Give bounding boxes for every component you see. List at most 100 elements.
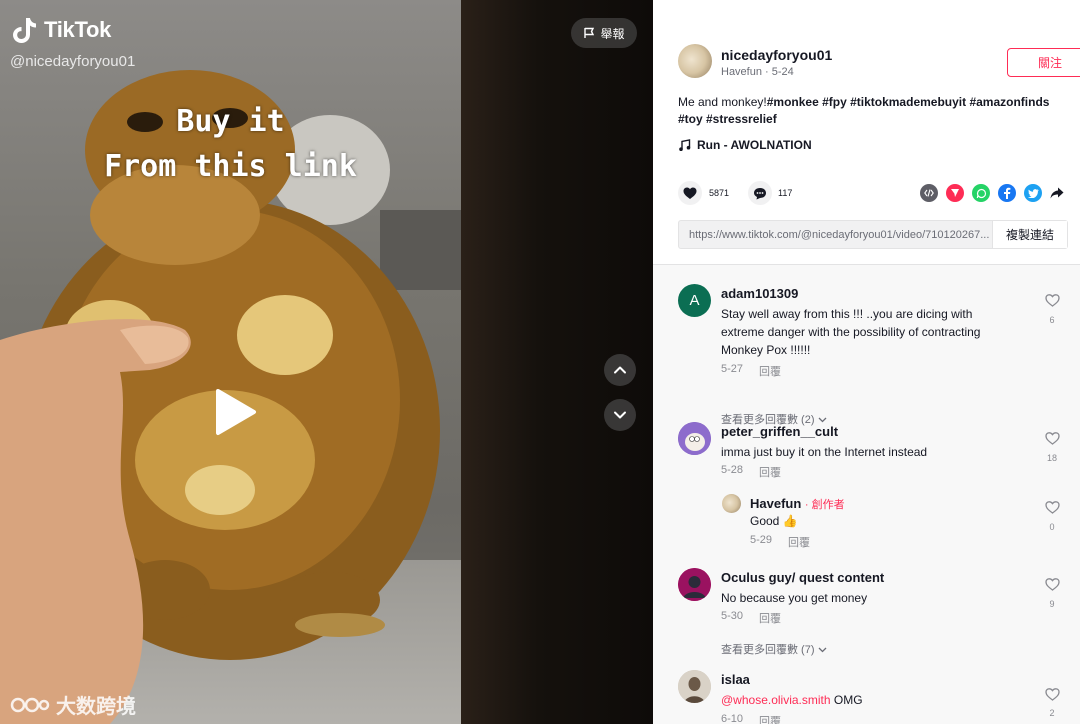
tiktok-wordmark: TikTok	[44, 17, 112, 42]
comment-meta: 6-10 回覆	[721, 713, 781, 724]
comment-count: 117	[778, 188, 793, 198]
tiktok-logo: TikTok	[12, 16, 111, 44]
comment-username[interactable]: islaa	[721, 672, 750, 687]
video-frame[interactable]: TikTok @nicedayforyou01 Buy it From this…	[0, 0, 461, 724]
comment-meta: 5-28 回覆	[721, 464, 781, 480]
copy-link-button[interactable]: 複製連結	[992, 221, 1067, 248]
comment-like-button[interactable]	[1042, 294, 1062, 312]
comment-date: 5-30	[721, 610, 744, 622]
reply-meta: 5-29 回覆	[750, 534, 810, 550]
watermark-icon	[10, 697, 50, 712]
comment-like-count: 2	[1049, 708, 1055, 718]
comment-text: No because you get money	[721, 591, 868, 605]
comment-avatar[interactable]	[678, 568, 711, 601]
comment-text: Stay well away from this !!! ..you are d…	[721, 307, 981, 357]
comment-like-button[interactable]	[1042, 432, 1062, 450]
send-icon[interactable]	[946, 184, 964, 202]
video-handle: @nicedayforyou01	[10, 53, 136, 70]
stats-row: 5871 117	[678, 181, 1068, 207]
video-caption: Me and monkey!#monkee #fpy #tiktokmademe…	[678, 94, 1073, 128]
comment-reply-button[interactable]: 回覆	[759, 464, 781, 480]
heart-outline-icon	[1044, 578, 1060, 591]
flag-icon	[584, 27, 595, 38]
reply-avatar[interactable]	[722, 494, 741, 513]
twitter-icon[interactable]	[1024, 184, 1042, 202]
whatsapp-icon[interactable]	[972, 184, 990, 202]
comment-button[interactable]	[748, 181, 772, 205]
comment-username[interactable]: peter_griffen__cult	[721, 424, 838, 439]
comment-reply-button[interactable]: 回覆	[759, 363, 781, 379]
view-more-replies[interactable]: 查看更多回覆數 (7)	[721, 641, 827, 657]
video-info-panel: nicedayforyou01 Havefun · 5-24 關注 Me and…	[653, 0, 1080, 724]
comment-meta: 5-27 回覆	[721, 363, 781, 379]
reply-date: 5-29	[750, 534, 773, 546]
reply-reply-button[interactable]: 回覆	[788, 534, 810, 550]
comment-text: @whose.olivia.smith OMG	[721, 691, 1011, 709]
comment-date: 5-27	[721, 363, 744, 375]
avatar-image	[678, 670, 711, 703]
avatar-image	[678, 422, 711, 455]
comment-meta: 5-30 回覆	[721, 610, 781, 626]
comment-like-button[interactable]	[1042, 688, 1062, 706]
like-count: 5871	[709, 188, 730, 198]
avatar-letter: A	[689, 292, 700, 309]
heart-icon	[683, 187, 697, 199]
chevron-down-icon	[818, 417, 827, 423]
comment-bubble-icon	[754, 187, 766, 199]
heart-outline-icon	[1044, 294, 1060, 307]
video-url-box: https://www.tiktok.com/@nicedayforyou01/…	[678, 220, 1068, 249]
next-video-button[interactable]	[604, 399, 636, 431]
facebook-icon[interactable]	[998, 184, 1016, 202]
comment-username[interactable]: adam101309	[721, 286, 798, 301]
reply-like-count: 0	[1049, 522, 1055, 532]
chevron-down-icon	[818, 647, 827, 653]
author-username[interactable]: nicedayforyou01	[721, 47, 832, 63]
report-button[interactable]: 舉報	[571, 18, 637, 48]
music-link[interactable]: Run - AWOLNATION	[678, 138, 812, 152]
previous-video-button[interactable]	[604, 354, 636, 386]
video-player[interactable]: TikTok @nicedayforyou01 Buy it From this…	[0, 0, 653, 724]
video-overlay-line2: From this link	[104, 149, 357, 184]
comment-like-count: 9	[1049, 599, 1055, 609]
comment-date: 5-28	[721, 464, 744, 476]
music-note-icon	[679, 138, 691, 151]
caption-text: Me and monkey!	[678, 95, 767, 109]
author-avatar[interactable]	[678, 44, 712, 78]
creator-tag: 創作者	[811, 499, 845, 511]
embed-icon[interactable]	[920, 184, 938, 202]
comment-username[interactable]: Oculus guy/ quest content	[721, 570, 884, 585]
reply-username-text: Havefun	[750, 496, 802, 511]
chevron-up-icon	[614, 366, 626, 374]
watermark-logo: 大数跨境	[10, 690, 136, 719]
comment-avatar[interactable]	[678, 422, 711, 455]
tiktok-note-icon	[13, 18, 36, 43]
view-more-replies-label: 查看更多回覆數 (7)	[721, 644, 815, 656]
author-row: nicedayforyou01 Havefun · 5-24 關注	[678, 44, 1080, 84]
follow-button[interactable]: 關注	[1007, 48, 1080, 77]
author-nickname-date: Havefun · 5-24	[721, 66, 794, 78]
comment-like-count: 18	[1046, 453, 1057, 463]
comment-avatar[interactable]: A	[678, 284, 711, 317]
comment-reply-button[interactable]: 回覆	[759, 610, 781, 626]
heart-outline-icon	[1044, 501, 1060, 514]
comment-date: 6-10	[721, 713, 744, 724]
reply-like-button[interactable]	[1042, 501, 1062, 519]
video-url[interactable]: https://www.tiktok.com/@nicedayforyou01/…	[689, 229, 989, 241]
reply-text: Good 👍	[750, 514, 798, 528]
comment-mention[interactable]: @whose.olivia.smith	[721, 693, 831, 707]
comment-like-count: 6	[1049, 315, 1055, 325]
comment-avatar[interactable]	[678, 670, 711, 703]
share-arrow-icon[interactable]	[1048, 184, 1066, 202]
play-icon[interactable]	[212, 388, 258, 436]
reply-username[interactable]: Havefun · 創作者	[750, 496, 845, 512]
comment-text-body: OMG	[833, 693, 863, 707]
chevron-down-icon	[614, 411, 626, 419]
music-title: Run - AWOLNATION	[697, 138, 812, 152]
watermark-text: 大数跨境	[56, 696, 136, 718]
comments-list[interactable]: A adam101309 Stay well away from this !!…	[653, 265, 1080, 724]
avatar-image	[678, 568, 711, 601]
comment-like-button[interactable]	[1042, 578, 1062, 596]
comment-reply-button[interactable]: 回覆	[759, 713, 781, 724]
video-overlay-line1: Buy it	[176, 104, 285, 139]
like-button[interactable]	[678, 181, 702, 205]
